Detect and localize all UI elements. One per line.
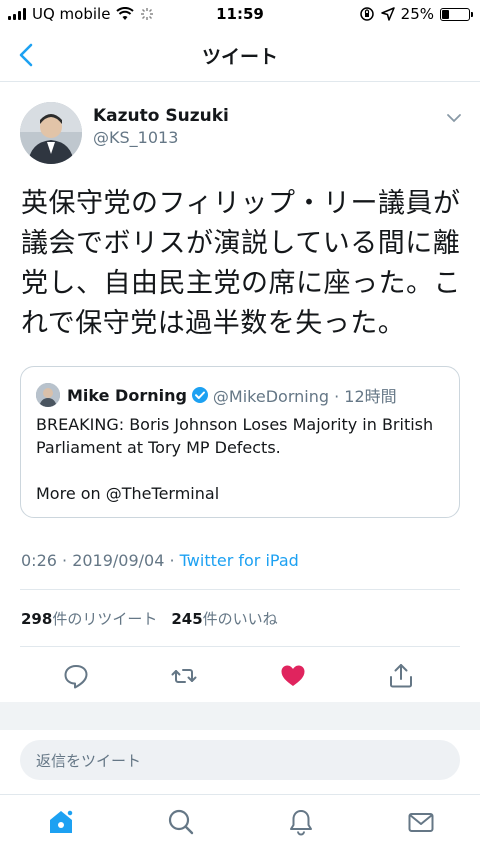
divider: [20, 646, 460, 647]
status-bar: UQ mobile 11:59 25%: [0, 0, 480, 28]
reply-placeholder: 返信をツイート: [36, 752, 142, 770]
quoted-author-avatar: [36, 383, 60, 407]
like-stat[interactable]: 245件のいいね: [171, 608, 277, 629]
share-icon[interactable]: [387, 662, 415, 690]
quoted-more-link: More on @TheTerminal: [36, 484, 220, 503]
tweet-text: 英保守党のフィリップ・リー議員が議会でボリスが演説している間に離党し、自由民主党…: [21, 188, 461, 339]
author-name[interactable]: Kazuto Suzuki: [93, 106, 229, 126]
battery-icon: [440, 7, 473, 21]
timestamp-text: 0:26 · 2019/09/04 ·: [21, 551, 180, 570]
bell-icon[interactable]: [286, 807, 316, 837]
orientation-lock-icon: [359, 7, 374, 21]
like-label: 件のいいね: [202, 610, 278, 628]
tweet-timestamp: 0:26 · 2019/09/04 · Twitter for iPad: [21, 551, 299, 570]
quoted-author-name: Mike Dorning: [67, 385, 187, 405]
author-handle[interactable]: @KS_1013: [93, 128, 178, 147]
caret-down-icon[interactable]: [446, 112, 462, 124]
retweet-icon[interactable]: [170, 662, 198, 690]
reply-input[interactable]: 返信をツイート: [20, 740, 460, 780]
nav-bar: ツイート: [0, 28, 480, 82]
source-link[interactable]: Twitter for iPad: [180, 551, 299, 570]
retweet-count: 298: [21, 610, 53, 628]
tweet-actions: [0, 656, 480, 696]
heart-icon[interactable]: [279, 662, 307, 690]
home-icon[interactable]: [46, 807, 76, 837]
tab-bar: [0, 794, 480, 854]
quoted-tweet-text: BREAKING: Boris Johnson Loses Majority i…: [36, 415, 434, 457]
divider: [20, 589, 460, 590]
section-separator: [0, 702, 480, 730]
battery-percent: 25%: [400, 5, 434, 23]
search-icon[interactable]: [166, 807, 196, 837]
like-count: 245: [171, 610, 203, 628]
reply-icon[interactable]: [62, 662, 90, 690]
mail-icon[interactable]: [406, 807, 436, 837]
engagement-stats: 298件のリツイート 245件のいいね: [21, 608, 278, 629]
verified-icon: [191, 387, 208, 403]
location-icon: [380, 7, 395, 21]
page-title: ツイート: [201, 46, 278, 68]
quoted-tweet-card[interactable]: Mike Dorning @MikeDorning · 12時間 BREAKIN…: [20, 366, 460, 518]
author-avatar[interactable]: [20, 102, 82, 164]
retweet-stat[interactable]: 298件のリツイート: [21, 608, 157, 629]
quoted-handle-time: @MikeDorning · 12時間: [212, 387, 397, 406]
retweet-label: 件のリツイート: [52, 610, 158, 628]
